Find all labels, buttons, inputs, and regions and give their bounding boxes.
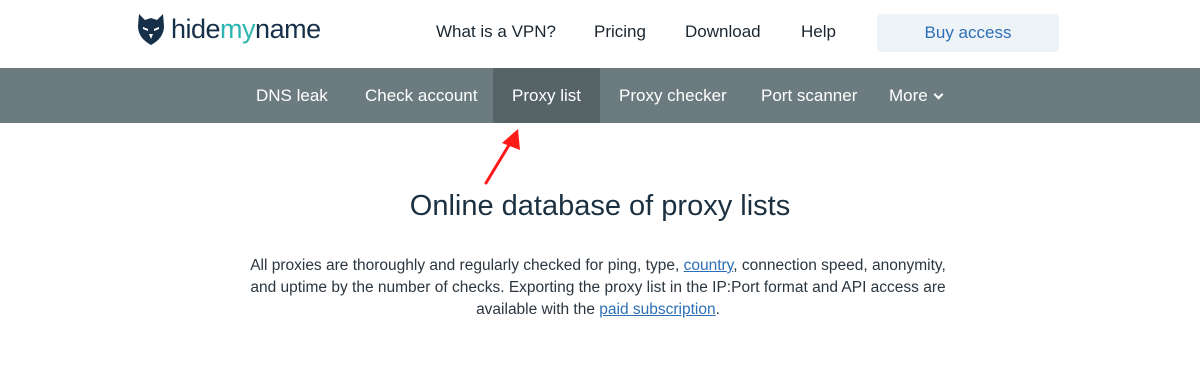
nav-download[interactable]: Download: [685, 22, 761, 42]
paid-subscription-link[interactable]: paid subscription: [599, 301, 715, 318]
nav-help[interactable]: Help: [801, 22, 836, 42]
site-header: hidemyname What is a VPN? Pricing Downlo…: [0, 0, 1200, 68]
country-link[interactable]: country: [684, 257, 734, 274]
page-description: All proxies are thoroughly and regularly…: [250, 257, 946, 318]
subnav-port-scanner[interactable]: Port scanner: [761, 68, 857, 123]
red-arrow-icon: [484, 129, 520, 185]
subnav-more-label: More: [889, 86, 928, 105]
buy-access-button[interactable]: Buy access: [877, 14, 1059, 52]
subnav-more[interactable]: More: [889, 68, 944, 123]
page-title: Online database of proxy lists: [409, 190, 791, 222]
top-navigation: What is a VPN? Pricing Download Help Buy…: [0, 0, 1200, 68]
subnav-proxy-list[interactable]: Proxy list: [493, 68, 600, 123]
nav-what-is-vpn[interactable]: What is a VPN?: [436, 22, 556, 42]
subnav-dns-leak[interactable]: DNS leak: [256, 68, 328, 123]
secondary-navigation: DNS leak Check account Proxy list Proxy …: [0, 68, 1200, 123]
subnav-proxy-checker[interactable]: Proxy checker: [619, 68, 727, 123]
chevron-down-icon: [933, 89, 944, 100]
subnav-check-account[interactable]: Check account: [365, 68, 477, 123]
nav-pricing[interactable]: Pricing: [594, 22, 646, 42]
